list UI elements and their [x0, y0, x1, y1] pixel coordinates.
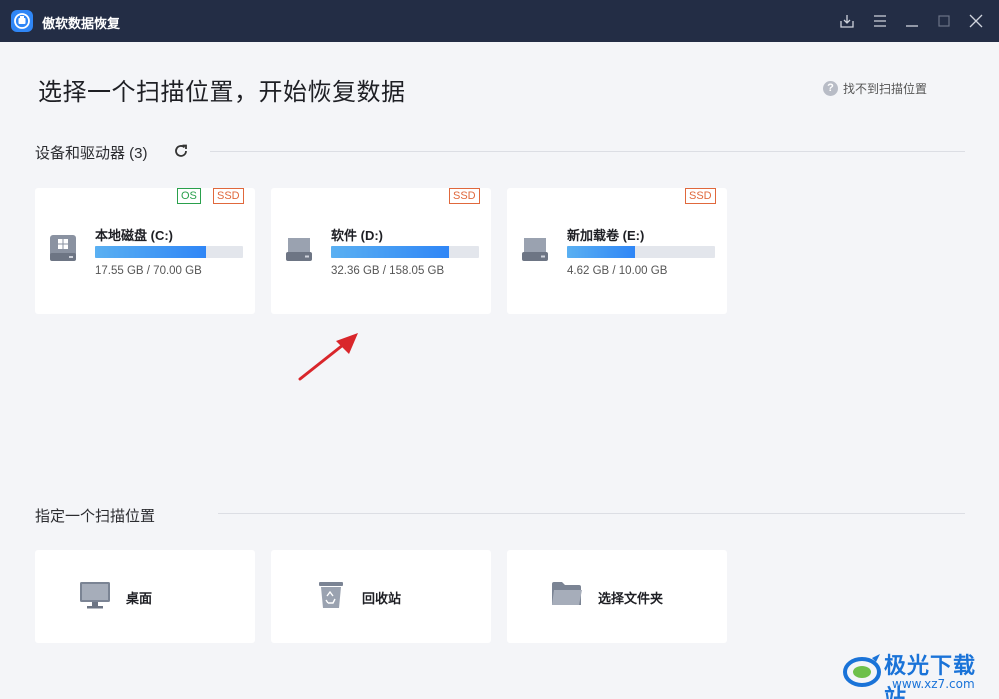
- app-logo-icon: [11, 10, 33, 32]
- download-icon[interactable]: [838, 12, 856, 30]
- folder-icon: [551, 580, 583, 613]
- os-badge: OS: [177, 188, 201, 204]
- devices-divider: [210, 151, 965, 152]
- location-select-folder[interactable]: 选择文件夹: [507, 550, 727, 643]
- ssd-badge: SSD: [685, 188, 716, 204]
- ssd-badge: SSD: [449, 188, 480, 204]
- maximize-icon[interactable]: [935, 12, 953, 30]
- title-bar: 傲软数据恢复: [0, 0, 999, 42]
- app-title: 傲软数据恢复: [42, 16, 121, 31]
- watermark-url: www.xz7.com: [892, 677, 975, 691]
- help-link-label: 找不到扫描位置: [843, 82, 928, 96]
- watermark: 极光下载站 www.xz7.com: [842, 648, 997, 699]
- location-label: 选择文件夹: [598, 591, 664, 606]
- watermark-logo-icon: [842, 652, 882, 695]
- location-desktop[interactable]: 桌面: [35, 550, 255, 643]
- annotation-arrow: [296, 328, 364, 389]
- hard-drive-icon: [521, 234, 549, 267]
- main-window: 选择一个扫描位置，开始恢复数据 ? 找不到扫描位置 设备和驱动器 (3) OS …: [0, 42, 999, 699]
- usage-bar-fill: [331, 246, 449, 258]
- location-label: 回收站: [362, 591, 402, 606]
- help-link[interactable]: ? 找不到扫描位置: [823, 80, 927, 97]
- drive-name: 软件 (D:): [331, 228, 383, 243]
- devices-section-title: 设备和驱动器 (3): [35, 145, 148, 162]
- help-icon: ?: [823, 81, 838, 96]
- ssd-badge: SSD: [213, 188, 244, 204]
- windows-drive-icon: [49, 234, 77, 267]
- usage-bar: [95, 246, 243, 258]
- locations-section-title: 指定一个扫描位置: [35, 508, 156, 525]
- close-icon[interactable]: [967, 12, 985, 30]
- usage-bar-fill: [567, 246, 636, 258]
- drive-card-d[interactable]: SSD 软件 (D:) 32.36 GB / 158.05 GB: [271, 188, 491, 314]
- usage-bar: [331, 246, 479, 258]
- drive-card-e[interactable]: SSD 新加载卷 (E:) 4.62 GB / 10.00 GB: [507, 188, 727, 314]
- locations-divider: [218, 513, 965, 514]
- minimize-icon[interactable]: [903, 12, 921, 30]
- refresh-icon[interactable]: [172, 142, 190, 160]
- hard-drive-icon: [285, 234, 313, 267]
- recycle-bin-icon: [317, 580, 345, 615]
- drive-name: 本地磁盘 (C:): [95, 228, 173, 243]
- location-recycle-bin[interactable]: 回收站: [271, 550, 491, 643]
- menu-icon[interactable]: [871, 12, 889, 30]
- location-label: 桌面: [126, 591, 153, 606]
- usage-bar: [567, 246, 715, 258]
- watermark-text: 极光下载站: [884, 654, 977, 699]
- page-title: 选择一个扫描位置，开始恢复数据: [38, 78, 406, 106]
- drive-size: 17.55 GB / 70.00 GB: [95, 265, 202, 277]
- drive-size: 32.36 GB / 158.05 GB: [331, 265, 445, 277]
- drive-name: 新加载卷 (E:): [567, 228, 645, 243]
- desktop-icon: [79, 580, 111, 615]
- drive-card-c[interactable]: OS SSD 本地磁盘 (C:) 17.55 GB / 70.00 GB: [35, 188, 255, 314]
- drive-size: 4.62 GB / 10.00 GB: [567, 265, 668, 277]
- usage-bar-fill: [95, 246, 206, 258]
